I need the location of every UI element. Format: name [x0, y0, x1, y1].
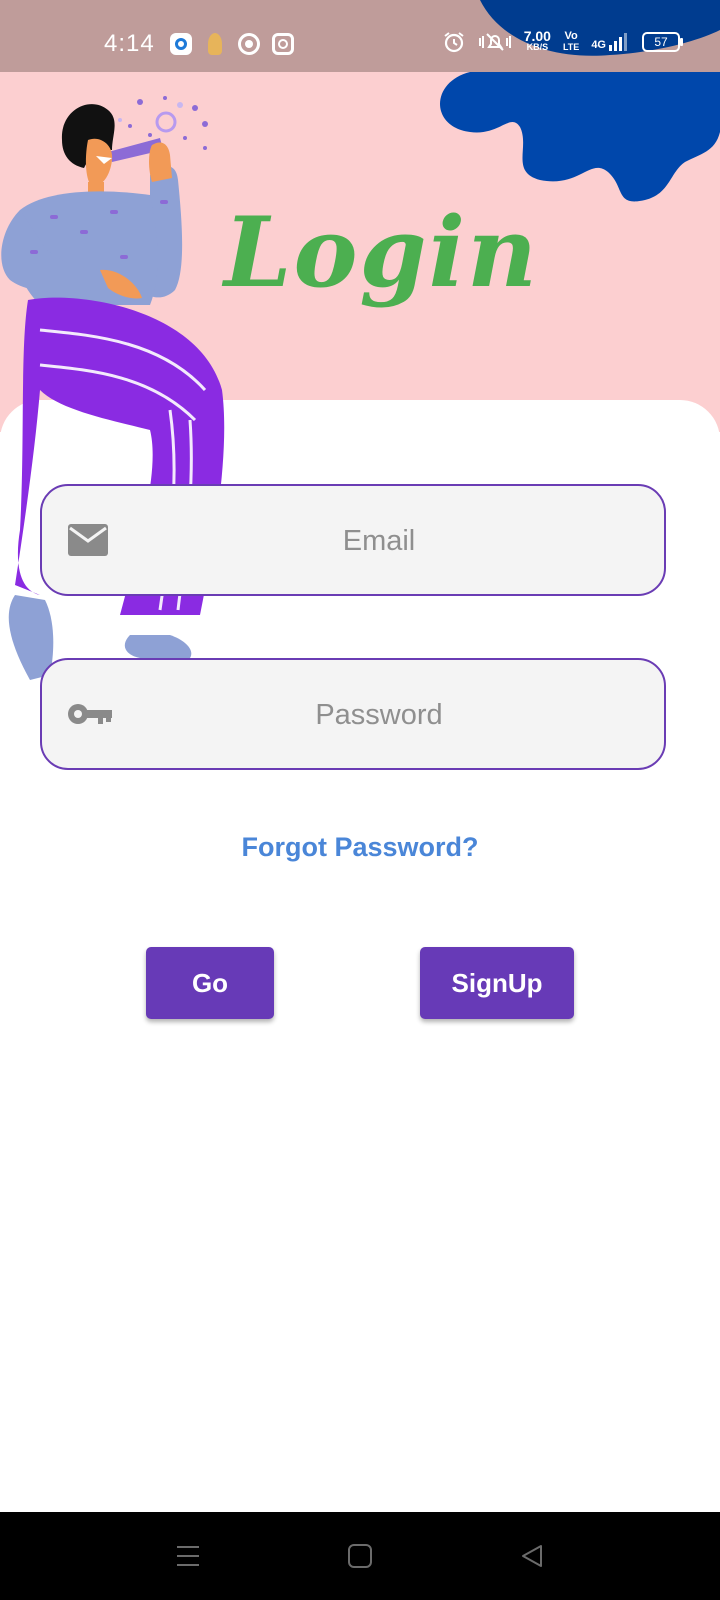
- forgot-password-link[interactable]: Forgot Password?: [0, 832, 720, 863]
- nav-home-button[interactable]: [320, 1512, 400, 1600]
- menu-icon: [177, 1546, 199, 1566]
- app-character-icon: [208, 33, 222, 55]
- app-circle-icon: [170, 33, 192, 55]
- net-speed-unit: KB/S: [526, 42, 549, 52]
- email-field[interactable]: [40, 484, 666, 596]
- instagram-icon: [272, 33, 294, 55]
- battery-indicator: 57: [642, 32, 683, 52]
- key-icon: [68, 704, 112, 724]
- navigation-bar: [0, 1512, 720, 1600]
- status-time: 4:14: [104, 30, 155, 57]
- volte-badge: Vo LTE: [563, 31, 579, 53]
- nav-back-button[interactable]: [492, 1512, 572, 1600]
- password-field[interactable]: [40, 658, 666, 770]
- nav-menu-button[interactable]: [148, 1512, 228, 1600]
- alarm-icon: [444, 32, 464, 53]
- signal-icon: [609, 33, 627, 51]
- home-square-icon: [348, 1544, 372, 1568]
- go-button[interactable]: Go: [146, 947, 274, 1019]
- signup-button[interactable]: SignUp: [420, 947, 574, 1019]
- status-indicators: 7.00 KB/S Vo LTE 4G 57: [442, 28, 683, 54]
- email-input[interactable]: [142, 486, 616, 596]
- password-input[interactable]: [142, 660, 616, 770]
- party-person-illustration: [1, 96, 225, 680]
- mute-icon: [478, 33, 511, 51]
- page-title: Login: [224, 196, 539, 309]
- decorative-blob: [440, 72, 720, 202]
- volte-top: Vo: [564, 30, 578, 42]
- net-speed-value: 7.00: [523, 28, 551, 44]
- mail-icon: [68, 524, 108, 556]
- signal-group: 4G: [591, 33, 630, 51]
- chrome-icon: [238, 33, 260, 55]
- status-app-icons: [170, 33, 294, 55]
- volte-bottom: LTE: [562, 42, 580, 52]
- status-bar: 4:14 7.00 KB/S Vo LTE 4G 57: [0, 0, 720, 72]
- network-type: 4G: [591, 39, 606, 51]
- net-speed: 7.00 KB/S: [523, 28, 551, 53]
- back-triangle-icon: [522, 1545, 542, 1567]
